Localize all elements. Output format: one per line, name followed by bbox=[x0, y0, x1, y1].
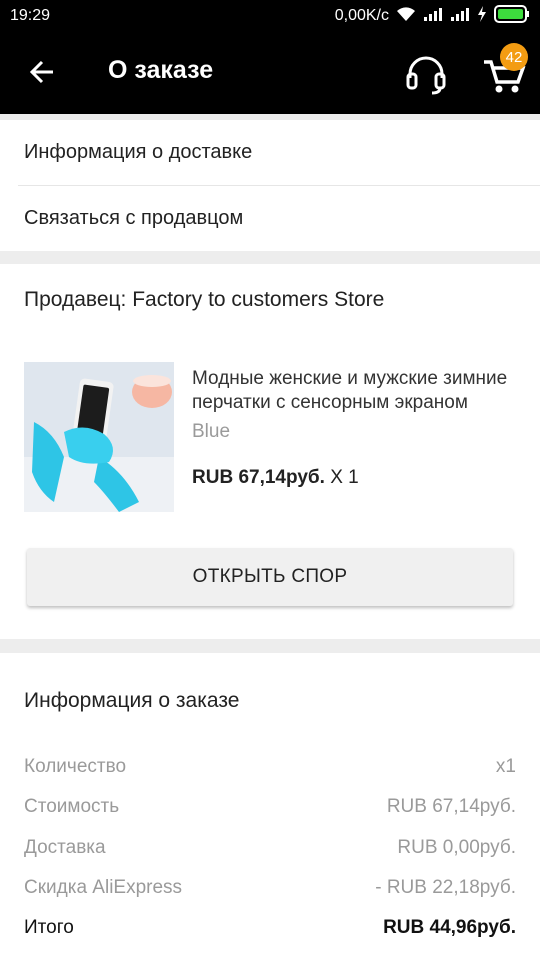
row-label: Скидка AliExpress bbox=[24, 877, 183, 898]
page-title: О заказе bbox=[108, 56, 214, 84]
cart-icon bbox=[480, 60, 528, 100]
open-dispute-button[interactable]: ОТКРЫТЬ СПОР bbox=[27, 548, 513, 606]
signal-icon bbox=[423, 6, 443, 27]
wifi-icon bbox=[396, 6, 416, 27]
order-row-cost: Стоимость RUB 67,14руб. bbox=[24, 796, 516, 818]
support-button[interactable] bbox=[402, 52, 450, 96]
row-value: x1 bbox=[495, 756, 516, 777]
row-label: Количество bbox=[24, 756, 127, 777]
cart-count-badge: 42 bbox=[500, 43, 528, 71]
product-price: RUB 67,14руб. bbox=[192, 467, 325, 488]
row-value: RUB 44,96руб. bbox=[383, 917, 516, 938]
row-value: RUB 0,00руб. bbox=[397, 837, 516, 858]
status-time: 19:29 bbox=[10, 7, 51, 24]
row-label: Доставка bbox=[24, 837, 106, 858]
order-links-card: Информация о доставке Связаться с продав… bbox=[0, 120, 540, 251]
charging-icon bbox=[477, 5, 487, 27]
seller-order-card: Продавец: Factory to customers Store Мод… bbox=[0, 264, 540, 639]
order-row-total: Итого RUB 44,96руб. bbox=[24, 917, 516, 939]
status-bar: 19:29 0,00K/c bbox=[0, 0, 540, 32]
headset-icon bbox=[402, 56, 450, 100]
row-value: RUB 67,14руб. bbox=[386, 796, 516, 817]
signal-icon bbox=[450, 6, 470, 27]
seller-name[interactable]: Продавец: Factory to customers Store bbox=[24, 288, 384, 312]
product-quantity: X 1 bbox=[330, 467, 359, 488]
arrow-left-icon bbox=[29, 59, 55, 90]
product-variant: Blue bbox=[192, 421, 231, 442]
order-info-title: Информация о заказе bbox=[24, 689, 240, 712]
product-title[interactable]: Модные женские и мужские зимние перчатки… bbox=[192, 367, 522, 415]
order-info-card: Информация о заказе Количество x1 Стоимо… bbox=[0, 653, 540, 960]
contact-seller-link[interactable]: Связаться с продавцом bbox=[0, 186, 540, 251]
row-label: Итого bbox=[24, 917, 74, 938]
order-row-quantity: Количество x1 bbox=[24, 756, 516, 778]
status-icons: 0,00K/c bbox=[334, 4, 530, 28]
order-row-discount: Скидка AliExpress - RUB 22,18руб. bbox=[24, 877, 516, 899]
product-price-line: RUB 67,14руб. X 1 bbox=[192, 467, 359, 489]
row-value: - RUB 22,18руб. bbox=[375, 877, 516, 898]
delivery-info-label: Информация о доставке bbox=[24, 141, 253, 163]
order-row-shipping: Доставка RUB 0,00руб. bbox=[24, 837, 516, 859]
battery-icon bbox=[494, 4, 530, 28]
row-label: Стоимость bbox=[24, 796, 120, 817]
delivery-info-link[interactable]: Информация о доставке bbox=[0, 120, 540, 185]
product-image[interactable] bbox=[24, 362, 174, 512]
back-button[interactable] bbox=[22, 54, 62, 94]
app-bar: О заказе 42 bbox=[0, 32, 540, 114]
network-speed: 0,00K/c bbox=[334, 7, 389, 24]
contact-seller-label: Связаться с продавцом bbox=[24, 207, 244, 229]
